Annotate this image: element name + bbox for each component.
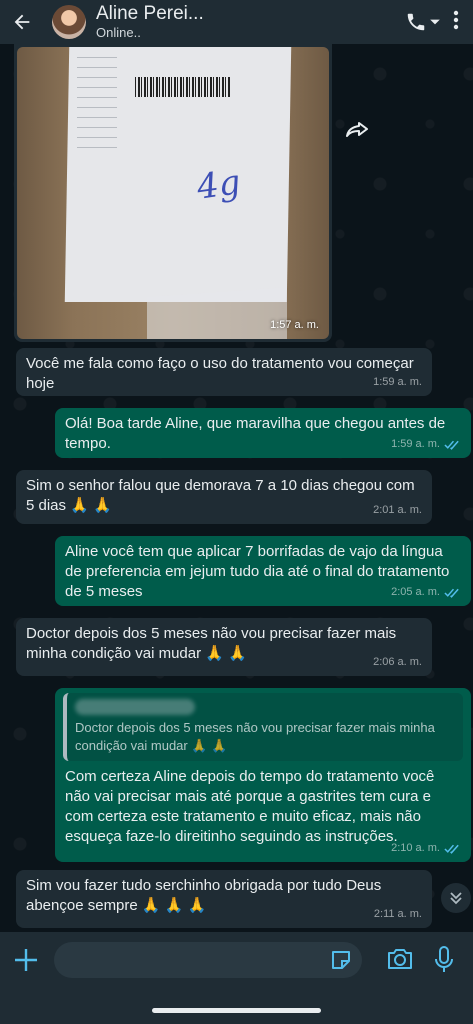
message-text: Sim o senhor falou que demorava 7 a 10 d… <box>26 477 415 514</box>
contact-info[interactable]: Aline Perei... Online.. <box>96 3 204 41</box>
message-time: 2:06 a. m. <box>373 656 422 668</box>
message-input[interactable] <box>54 942 362 978</box>
arrow-left-icon <box>14 14 30 30</box>
message-time: 2:10 a. m. <box>391 838 461 858</box>
message-text: Com certeza Aline depois do tempo do tra… <box>65 768 435 845</box>
message-text: Sim vou fazer tudo serchinho obrigada po… <box>26 877 382 914</box>
chat-header: Aline Perei... Online.. <box>0 0 473 44</box>
forward-button[interactable] <box>342 114 372 144</box>
menu-button[interactable] <box>453 10 459 35</box>
more-vertical-icon <box>453 10 459 29</box>
avatar[interactable] <box>52 5 86 39</box>
call-button[interactable] <box>405 11 441 33</box>
sticker-icon <box>332 951 350 969</box>
camera-button[interactable] <box>386 947 414 973</box>
system-nav-bar <box>0 988 473 1024</box>
forward-icon <box>346 122 368 137</box>
message-time: 1:59 a. m. <box>391 434 461 454</box>
message-text: Você me fala como faço o uso do tratamen… <box>26 355 414 392</box>
message-time: 2:11 a. m. <box>373 908 422 920</box>
quoted-author-redacted <box>75 699 195 715</box>
quoted-message[interactable]: Doctor depois dos 5 meses não vou precis… <box>63 693 463 761</box>
read-ticks-icon <box>444 440 459 450</box>
outgoing-reply-message[interactable]: Doctor depois dos 5 meses não vou precis… <box>55 688 471 862</box>
camera-icon <box>388 949 412 969</box>
outgoing-message[interactable]: Olá! Boa tarde Aline, que maravilha que … <box>55 408 471 458</box>
composer <box>0 932 473 988</box>
chevron-down-icon <box>430 19 440 25</box>
phone-icon <box>407 13 425 31</box>
sticker-button[interactable] <box>330 949 352 971</box>
outgoing-message[interactable]: Aline você tem que aplicar 7 borrifadas … <box>55 536 471 606</box>
attach-button[interactable] <box>12 946 40 974</box>
contact-status: Online.. <box>96 25 141 40</box>
message-time: 2:05 a. m. <box>391 582 461 602</box>
incoming-message[interactable]: Sim vou fazer tudo serchinho obrigada po… <box>16 870 432 928</box>
incoming-message[interactable]: Você me fala como faço o uso do tratamen… <box>16 348 432 396</box>
message-text: Doctor depois dos 5 meses não vou precis… <box>26 625 397 662</box>
quoted-text: Doctor depois dos 5 meses não vou precis… <box>75 720 435 753</box>
incoming-message[interactable]: Sim o senhor falou que demorava 7 a 10 d… <box>16 470 432 524</box>
handwritten-text: 4g <box>194 162 243 208</box>
barcode <box>135 77 231 97</box>
incoming-message[interactable]: Doctor depois dos 5 meses não vou precis… <box>16 618 432 676</box>
photo[interactable]: 4g 1:57 a. m. <box>17 47 329 339</box>
message-time: 2:01 a. m. <box>373 504 422 516</box>
read-ticks-icon <box>444 588 459 598</box>
message-time: 1:59 a. m. <box>373 376 422 388</box>
scroll-to-bottom-button[interactable] <box>441 883 471 913</box>
contact-name: Aline Perei... <box>96 3 204 24</box>
back-button[interactable] <box>0 0 44 44</box>
chat-area[interactable]: 4g 1:57 a. m. Você me fala como faço o u… <box>0 44 473 932</box>
home-indicator[interactable] <box>152 1008 321 1013</box>
microphone-icon <box>435 946 453 972</box>
double-chevron-down-icon <box>450 892 462 905</box>
plus-icon <box>15 949 37 971</box>
read-ticks-icon <box>444 844 459 854</box>
image-message[interactable]: 4g 1:57 a. m. <box>14 44 332 342</box>
message-time: 1:57 a. m. <box>270 319 319 331</box>
mic-button[interactable] <box>432 945 456 975</box>
message-text: Olá! Boa tarde Aline, que maravilha que … <box>65 415 446 452</box>
